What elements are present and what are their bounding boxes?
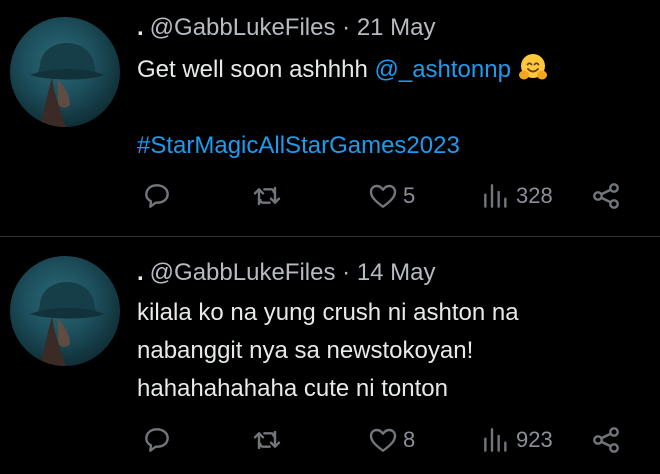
mention-link[interactable]: @_ashtonnp [374, 56, 510, 83]
avatar[interactable] [10, 256, 120, 366]
share-icon [593, 427, 619, 453]
tweet-date[interactable]: 21 May [357, 14, 436, 41]
retweet-icon [253, 186, 281, 206]
like-button[interactable]: 5 [367, 176, 415, 216]
separator: · [342, 259, 351, 286]
reply-icon [145, 428, 169, 452]
tweet-text: Get well soon ashhhh @_ashtonnp #StarMag… [137, 51, 549, 165]
tweet-actions: 8 923 [0, 420, 660, 460]
tweet-text: kilala ko na yung crush ni ashton na nab… [137, 294, 519, 408]
retweet-button[interactable] [251, 176, 283, 216]
reply-button[interactable] [141, 420, 173, 460]
retweet-button[interactable] [251, 420, 283, 460]
tweet-line: nabanggit nya sa newstokoyan! [137, 337, 474, 364]
share-button[interactable] [590, 420, 622, 460]
tweet-header: . @GabbLukeFiles · 14 May [137, 259, 436, 287]
like-count: 5 [403, 183, 416, 208]
tweet-line: hahahahahaha cute ni tonton [137, 375, 448, 402]
retweet-icon [253, 430, 281, 450]
display-name[interactable]: . [137, 259, 144, 286]
views-icon [484, 428, 507, 452]
reply-button[interactable] [141, 176, 173, 216]
tweet-date[interactable]: 14 May [357, 259, 436, 286]
views-icon [484, 184, 507, 208]
share-icon [593, 183, 619, 209]
reply-icon [145, 184, 169, 208]
hugging-face-emoji-icon [518, 54, 547, 80]
view-count: 328 [516, 183, 553, 208]
tweet-actions: 5 328 [0, 176, 660, 216]
heart-icon [369, 184, 397, 208]
share-button[interactable] [590, 176, 622, 216]
avatar[interactable] [10, 17, 120, 127]
tweet[interactable]: . @GabbLukeFiles · 14 May kilala ko na yu… [0, 238, 660, 474]
views-button[interactable]: 328 [480, 176, 553, 216]
tweet-text-part: Get well soon ashhhh [137, 56, 375, 83]
separator: · [342, 14, 351, 41]
author-handle[interactable]: @GabbLukeFiles [150, 259, 336, 286]
view-count: 923 [516, 427, 553, 452]
hashtag-link[interactable]: #StarMagicAllStarGames2023 [137, 127, 549, 165]
views-button[interactable]: 923 [480, 420, 553, 460]
like-button[interactable]: 8 [367, 420, 415, 460]
tweet-header: . @GabbLukeFiles · 21 May [137, 14, 436, 42]
heart-icon [369, 428, 397, 452]
author-handle[interactable]: @GabbLukeFiles [150, 14, 336, 41]
tweet[interactable]: . @GabbLukeFiles · 21 May Get well soon a… [0, 0, 660, 236]
like-count: 8 [403, 427, 416, 452]
tweet-line: Get well soon ashhhh @_ashtonnp [137, 51, 549, 89]
display-name[interactable]: . [137, 14, 144, 41]
divider [0, 236, 660, 237]
tweet-line: kilala ko na yung crush ni ashton na [137, 299, 519, 326]
